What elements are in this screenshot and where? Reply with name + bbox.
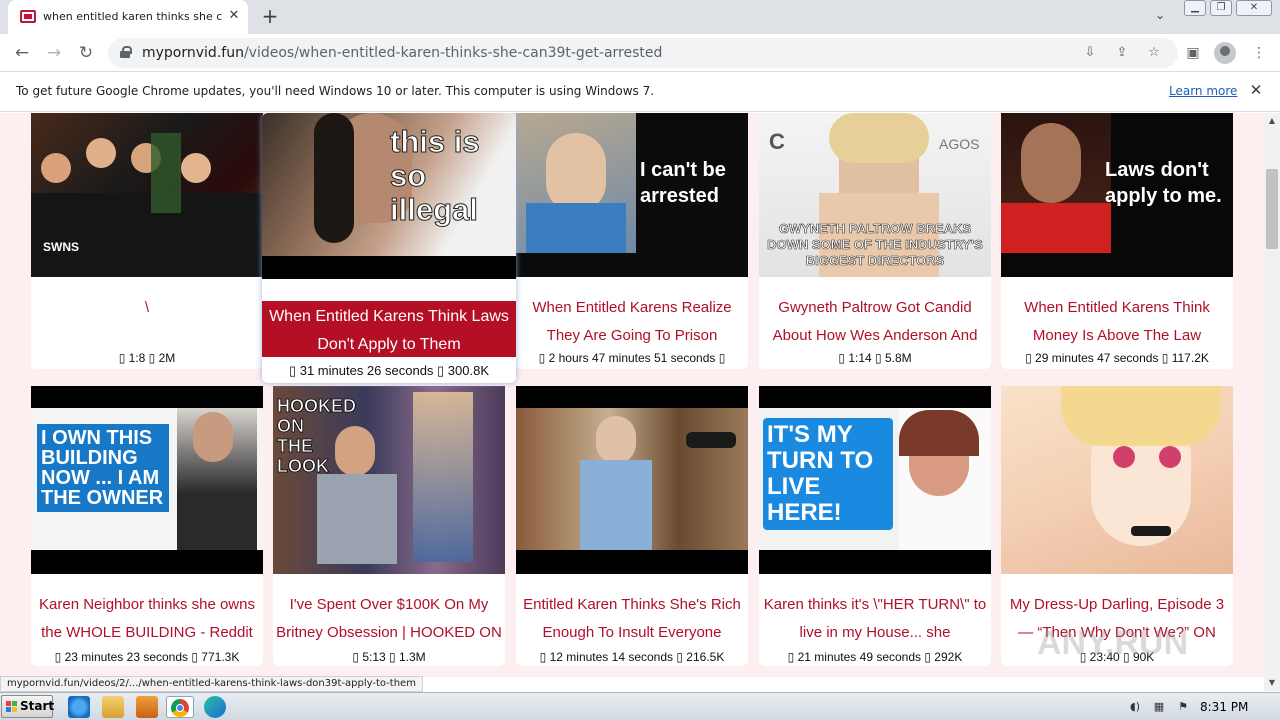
video-thumbnail[interactable]: IT'S MY TURN TO LIVE HERE! bbox=[759, 386, 991, 574]
tab-title: when entitled karen thinks she can39t bbox=[43, 10, 223, 23]
video-title[interactable]: When Entitled Karens Think Laws Don't Ap… bbox=[262, 301, 516, 357]
action-center-flag-icon[interactable]: ⚑ bbox=[1176, 700, 1190, 714]
reload-icon[interactable]: ↻ bbox=[74, 41, 98, 65]
browser-tab[interactable]: when entitled karen thinks she can39t ✕ bbox=[8, 0, 248, 34]
video-card[interactable]: Entitled Karen Thinks She's Rich Enough … bbox=[516, 386, 748, 666]
media-player-icon[interactable] bbox=[136, 696, 158, 718]
video-meta: ▯ 12 minutes 14 seconds ▯ 216.5K bbox=[539, 650, 725, 664]
video-grid: SWNS \ ▯ 1:8 ▯ 2M this is so illegal Whe… bbox=[0, 113, 1264, 677]
lock-icon[interactable] bbox=[120, 46, 132, 58]
window-close-button[interactable]: ✕ bbox=[1236, 0, 1272, 16]
video-thumbnail[interactable] bbox=[516, 386, 748, 574]
video-card[interactable]: I OWN THIS BUILDING NOW ... I AM THE OWN… bbox=[31, 386, 263, 666]
edge-icon[interactable] bbox=[204, 696, 226, 718]
volume-icon[interactable]: ◖) bbox=[1128, 700, 1142, 714]
infobar-message: To get future Google Chrome updates, you… bbox=[16, 84, 655, 98]
video-card[interactable]: C AGOS GWYNETH PALTROW BREAKS DOWN SOME … bbox=[759, 113, 991, 369]
video-title[interactable]: When Entitled Karens Realize They Are Go… bbox=[516, 294, 748, 350]
video-title[interactable]: \ bbox=[31, 294, 263, 322]
windows-taskbar: Start ◖) ▦ ⚑ 8:31 PM bbox=[0, 692, 1280, 720]
video-card[interactable]: Laws don't apply to me. When Entitled Ka… bbox=[1001, 113, 1233, 369]
video-thumbnail[interactable]: I can't be arrested bbox=[516, 113, 748, 277]
video-meta: ▯ 29 minutes 47 seconds ▯ 117.2K bbox=[1025, 351, 1209, 365]
video-meta: ▯ 31 minutes 26 seconds ▯ 300.8K bbox=[288, 363, 490, 378]
thumbnail-overlay-text: this is so illegal bbox=[390, 124, 481, 227]
video-title[interactable]: Gwyneth Paltrow Got Candid About How Wes… bbox=[759, 294, 991, 350]
menu-kebab-icon[interactable]: ⋮ bbox=[1248, 42, 1270, 64]
video-thumbnail[interactable]: this is so illegal bbox=[262, 113, 516, 279]
install-app-icon[interactable]: ⇩ bbox=[1080, 44, 1100, 62]
file-explorer-icon[interactable] bbox=[102, 696, 124, 718]
back-arrow-icon[interactable]: ← bbox=[10, 41, 34, 65]
restore-button[interactable]: ❐ bbox=[1210, 0, 1232, 16]
share-icon[interactable]: ⇪ bbox=[1112, 44, 1132, 62]
scroll-up-arrow-icon[interactable]: ▲ bbox=[1264, 113, 1280, 129]
site-favicon-icon bbox=[20, 10, 36, 23]
video-card[interactable]: My Dress-Up Darling, Episode 3 — “Then W… bbox=[1001, 386, 1233, 666]
tab-close-icon[interactable]: ✕ bbox=[226, 8, 242, 24]
chrome-taskbar-icon[interactable] bbox=[166, 696, 194, 718]
infobar-close-icon[interactable]: ✕ bbox=[1247, 81, 1265, 99]
profile-avatar-icon[interactable] bbox=[1214, 42, 1236, 64]
thumbnail-overlay-text: HOOKED ON THE LOOK bbox=[277, 396, 357, 477]
video-title[interactable]: Entitled Karen Thinks She's Rich Enough … bbox=[516, 591, 748, 647]
browser-toolbar: ← → ↻ mypornvid.fun/videos/when-entitled… bbox=[0, 34, 1280, 72]
thumbnail-overlay-text: I OWN THIS BUILDING NOW ... I AM THE OWN… bbox=[37, 424, 169, 512]
letter-c-logo-icon: C bbox=[769, 129, 785, 154]
windows-flag-icon bbox=[6, 701, 17, 712]
video-meta: ▯ 1:8 ▯ 2M bbox=[118, 351, 176, 365]
video-meta: ▯ 21 minutes 49 seconds ▯ 292K bbox=[787, 650, 963, 664]
scroll-down-arrow-icon[interactable]: ▼ bbox=[1264, 675, 1280, 691]
learn-more-link[interactable]: Learn more bbox=[1169, 84, 1237, 98]
side-panel-icon[interactable]: ▣ bbox=[1182, 42, 1204, 64]
video-thumbnail[interactable]: SWNS bbox=[31, 113, 263, 277]
video-meta: ▯ 1:14 ▯ 5.8M bbox=[838, 351, 912, 365]
video-thumbnail[interactable] bbox=[1001, 386, 1233, 574]
video-card[interactable]: HOOKED ON THE LOOK I've Spent Over $100K… bbox=[273, 386, 505, 666]
video-card[interactable]: SWNS \ ▯ 1:8 ▯ 2M bbox=[31, 113, 263, 369]
video-meta: ▯ 2 hours 47 minutes 51 seconds ▯ bbox=[538, 351, 726, 365]
address-url[interactable]: mypornvid.fun/videos/when-entitled-karen… bbox=[142, 45, 662, 61]
video-thumbnail[interactable]: HOOKED ON THE LOOK bbox=[273, 386, 505, 574]
video-meta: ▯ 5:13 ▯ 1.3M bbox=[352, 650, 426, 664]
watermark-text: ANY.RUN bbox=[1037, 624, 1189, 662]
video-meta: ▯ 23 minutes 23 seconds ▯ 771.3K bbox=[54, 650, 240, 664]
video-card-hovered[interactable]: this is so illegal When Entitled Karens … bbox=[262, 113, 516, 383]
video-card[interactable]: I can't be arrested When Entitled Karens… bbox=[516, 113, 748, 369]
tab-strip: when entitled karen thinks she can39t ✕ … bbox=[0, 0, 1280, 34]
thumbnail-overlay-text: IT'S MY TURN TO LIVE HERE! bbox=[763, 418, 893, 530]
new-tab-button[interactable]: + bbox=[258, 5, 282, 29]
network-icon[interactable]: ▦ bbox=[1152, 700, 1166, 714]
forward-arrow-icon[interactable]: → bbox=[42, 41, 66, 65]
minimize-button[interactable]: ▁ bbox=[1184, 0, 1206, 16]
video-card[interactable]: IT'S MY TURN TO LIVE HERE! Karen thinks … bbox=[759, 386, 991, 666]
thumbnail-overlay-text: I can't be arrested bbox=[640, 159, 726, 207]
status-url-bubble: mypornvid.fun/videos/2/.../when-entitled… bbox=[0, 676, 423, 692]
video-thumbnail[interactable]: Laws don't apply to me. bbox=[1001, 113, 1233, 277]
video-thumbnail[interactable]: C AGOS GWYNETH PALTROW BREAKS DOWN SOME … bbox=[759, 113, 991, 277]
video-title[interactable]: When Entitled Karens Think Money Is Abov… bbox=[1001, 294, 1233, 350]
internet-explorer-icon[interactable] bbox=[68, 696, 90, 718]
video-thumbnail[interactable]: I OWN THIS BUILDING NOW ... I AM THE OWN… bbox=[31, 386, 263, 574]
video-title[interactable]: Karen thinks it's \"HER TURN\" to live i… bbox=[759, 591, 991, 647]
scrollbar-thumb[interactable] bbox=[1266, 169, 1278, 249]
taskbar-clock[interactable]: 8:31 PM bbox=[1200, 700, 1248, 714]
thumbnail-overlay-text: Laws don't apply to me. bbox=[1105, 159, 1222, 207]
bookmark-star-icon[interactable]: ☆ bbox=[1144, 44, 1164, 62]
video-title[interactable]: Karen Neighbor thinks she owns the WHOLE… bbox=[31, 591, 263, 647]
update-infobar: To get future Google Chrome updates, you… bbox=[0, 72, 1280, 112]
backdrop-sign-text: AGOS bbox=[939, 136, 980, 152]
start-label: Start bbox=[20, 699, 55, 713]
page-scrollbar[interactable]: ▲ ▼ bbox=[1264, 113, 1280, 691]
address-bar[interactable]: mypornvid.fun/videos/when-entitled-karen… bbox=[108, 38, 1178, 68]
start-button[interactable]: Start bbox=[1, 695, 55, 718]
thumbnail-overlay-text: GWYNETH PALTROW BREAKS DOWN SOME OF THE … bbox=[767, 221, 983, 269]
swns-logo: SWNS bbox=[43, 240, 79, 254]
video-title[interactable]: I've Spent Over $100K On My Britney Obse… bbox=[273, 591, 505, 647]
tab-search-chevron-icon[interactable]: ⌄ bbox=[1150, 8, 1170, 26]
